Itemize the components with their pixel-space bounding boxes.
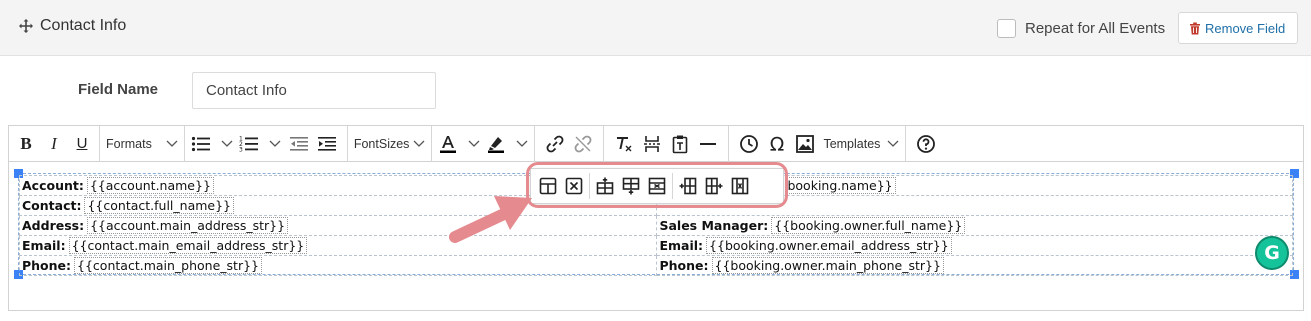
unlink-button[interactable] [569,129,597,159]
chevron-down-icon [468,140,480,147]
image-icon [796,134,815,153]
chevron-down-icon [269,140,281,147]
link-icon [547,135,564,152]
insert-image-button[interactable] [791,129,819,159]
text-color-button[interactable] [438,129,480,159]
remove-field-button[interactable]: Remove Field [1178,12,1298,44]
cell-key: Sales Manager: [659,218,769,233]
horizontal-rule-button[interactable] [694,129,722,159]
rich-text-editor: B I U Formats 1 2 3 FontSizes Ω Template… [8,125,1304,311]
table-cell[interactable]: Sales Manager: {{booking.owner.full_name}… [656,215,1293,236]
highlight-outline [526,162,788,208]
cell-value: {{booking.owner.main_phone_str}} [711,257,944,274]
cell-key: Email: [22,238,66,253]
cell-value: {{contact.main_phone_str}} [74,257,262,274]
templates-label: Templates [823,136,881,151]
chevron-down-icon [166,140,178,147]
bold-button[interactable]: B [12,129,40,159]
page-break-button[interactable] [638,129,666,159]
cell-key: Phone: [659,258,709,273]
formats-label: Formats [106,136,152,151]
table-row: Email: {{contact.main_email_address_str}}… [18,235,1293,256]
bullet-list-button[interactable] [191,129,233,159]
chevron-down-icon [221,140,233,147]
field-name-label: Field Name [78,81,159,98]
svg-text:Ω: Ω [770,134,785,154]
font-sizes-label: FontSizes [353,136,410,151]
arrow-annotation [449,196,532,243]
horizontal-rule-icon [700,142,717,145]
cell-key: Account: [22,178,84,193]
highlighter-icon [488,136,505,153]
highlight-color-button[interactable] [486,129,528,159]
underline-button[interactable]: U [68,129,96,159]
table-cell[interactable]: Phone: {{booking.owner.main_phone_str}} [656,255,1293,276]
field-header: Contact Info Repeat for All Events Remov… [0,0,1311,56]
help-button[interactable] [912,129,940,159]
grammarly-letter: G [1264,242,1280,264]
clipboard-icon [673,135,688,153]
numbered-list-icon: 1 2 3 [239,135,258,153]
page-break-icon [644,135,661,152]
indent-button[interactable] [313,129,341,159]
insert-link-button[interactable] [541,129,569,159]
field-title: Contact Info [40,17,127,34]
italic-button[interactable]: I [40,129,68,159]
clear-formatting-icon [617,136,632,151]
chevron-down-icon [887,140,899,147]
clock-icon [740,134,759,153]
cell-value: {{booking.owner.email_address_str}} [706,237,952,254]
text-color-icon [440,135,457,153]
font-sizes-dropdown[interactable]: FontSizes [354,129,426,159]
outdent-button[interactable] [285,129,313,159]
cell-value: booking.name}} [785,177,896,194]
grammarly-icon[interactable]: G [1255,236,1289,270]
table-cell[interactable]: Phone: {{contact.main_phone_str}} [18,255,658,276]
omega-icon: Ω [770,134,785,154]
field-name-input[interactable] [192,72,436,109]
formats-dropdown[interactable]: Formats [106,129,178,159]
bullet-list-icon [191,136,210,151]
indent-icon [317,136,336,151]
table-cell[interactable]: Address: {{account.main_address_str}} [18,215,658,236]
paste-text-button[interactable] [666,129,694,159]
special-character-button[interactable]: Ω [763,129,791,159]
help-icon [917,134,936,153]
chevron-down-icon [516,140,528,147]
cell-value: {{account.main_address_str}} [87,217,289,234]
repeat-checkbox[interactable] [997,19,1016,38]
table-cell[interactable]: Email: {{contact.main_email_address_str}} [18,235,658,256]
cell-value: {{booking.owner.full_name}} [771,217,966,234]
table-row: Address: {{account.main_address_str}} Sal… [18,215,1293,236]
editor-toolbar: B I U Formats 1 2 3 FontSizes Ω Template… [9,125,1303,162]
repeat-label: Repeat for All Events [1025,20,1166,37]
cell-value: {{contact.full_name}} [84,197,234,214]
cell-key: Email: [659,238,704,253]
outdent-icon [289,136,308,151]
table-cell[interactable]: Email: {{booking.owner.email_address_str}… [656,235,1293,256]
cell-key: Phone: [22,258,72,273]
chevron-down-icon [413,140,425,147]
svg-text:3: 3 [239,146,243,153]
insert-datetime-button[interactable] [735,129,763,159]
cell-value: {{account.name}} [86,177,214,194]
cell-key: Address: [22,218,85,233]
trash-icon [1190,22,1200,34]
table-row: Phone: {{contact.main_phone_str}} Phone:{… [18,255,1293,276]
move-icon[interactable] [18,18,34,34]
templates-dropdown[interactable]: Templates [823,129,899,159]
remove-field-label: Remove Field [1205,20,1286,36]
cell-value: {{contact.main_email_address_str}} [68,237,308,254]
clear-formatting-button[interactable] [610,129,638,159]
numbered-list-button[interactable]: 1 2 3 [239,129,281,159]
unlink-icon [575,135,592,152]
cell-key: Contact: [22,198,82,213]
